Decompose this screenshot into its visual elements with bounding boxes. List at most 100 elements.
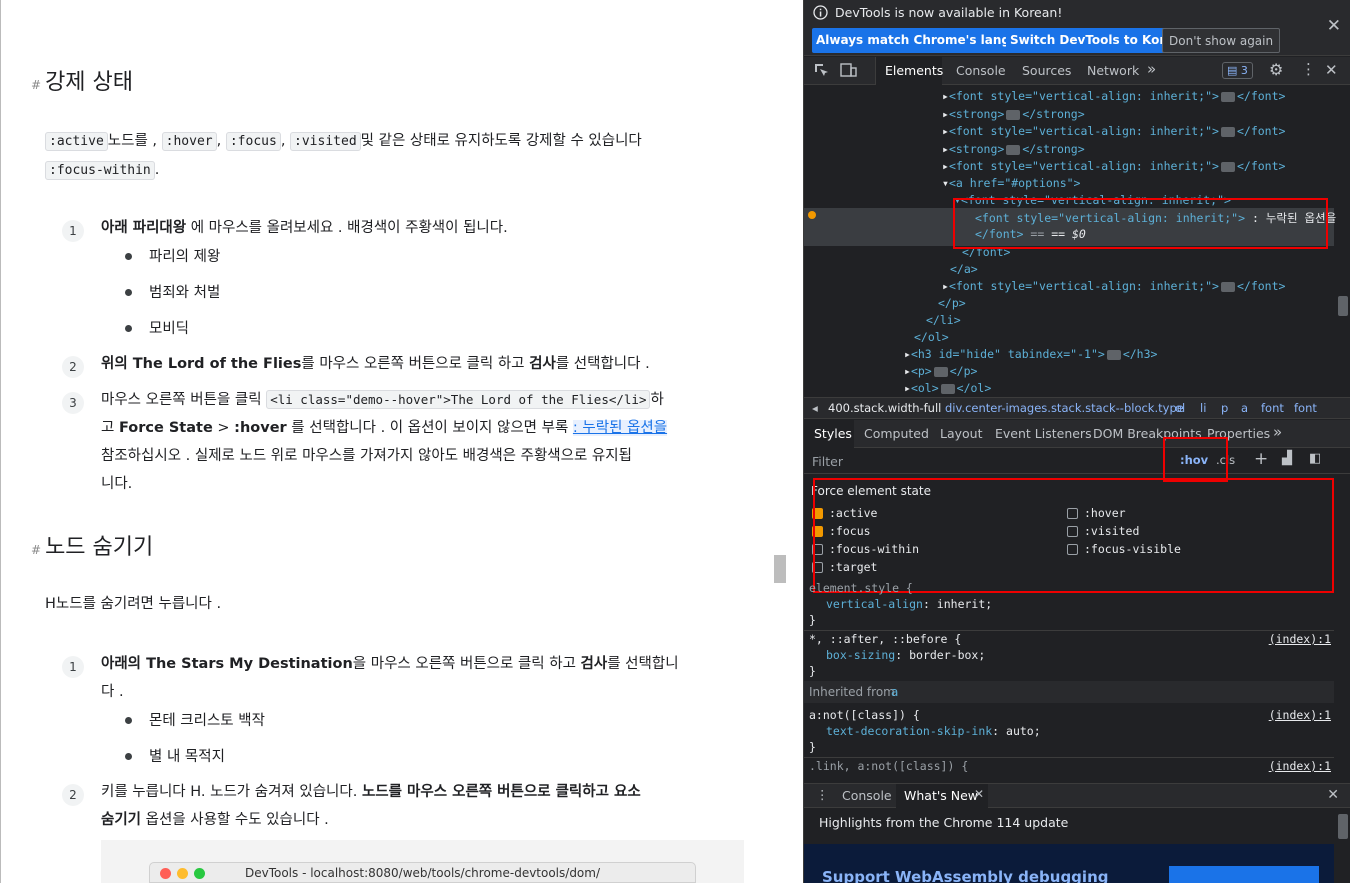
breadcrumb-item[interactable]: div.center-images.stack.stack--block.typ… bbox=[945, 401, 1184, 415]
inspect-element-icon[interactable] bbox=[814, 63, 829, 78]
dom-node-a[interactable]: ▾<a href="#options"> bbox=[942, 176, 1081, 190]
more-tabs-chevron-icon[interactable]: » bbox=[1147, 60, 1156, 78]
state-target-checkbox[interactable]: :target bbox=[812, 560, 877, 574]
dom-node[interactable]: ▸<ol> </ol> bbox=[904, 381, 991, 395]
screenshot-titlebar: DevTools - localhost:8080/web/tools/chro… bbox=[149, 862, 696, 883]
breadcrumb-item[interactable]: p bbox=[1221, 401, 1228, 415]
tab-layout[interactable]: Layout bbox=[940, 426, 983, 441]
dom-node[interactable]: </font> bbox=[962, 245, 1010, 259]
dom-node[interactable]: ▸<strong> </strong> bbox=[942, 142, 1085, 156]
breadcrumb-item[interactable]: a bbox=[1241, 401, 1248, 415]
state-active-checkbox[interactable]: :active bbox=[812, 506, 877, 520]
rule-close: } bbox=[809, 664, 816, 678]
bullet bbox=[125, 325, 132, 332]
kebab-menu-icon[interactable]: ⋮ bbox=[1301, 60, 1316, 78]
new-style-rule-icon[interactable]: + bbox=[1254, 449, 1268, 469]
hide-step-2: 키를 누릅니다 H. 노드가 숨겨져 있습니다. 노드를 마우스 오른쪽 버튼으… bbox=[101, 784, 641, 828]
dom-node[interactable]: </a> bbox=[950, 262, 978, 276]
rule-close: } bbox=[809, 740, 816, 754]
whats-new-card[interactable]: Support WebAssembly debugging bbox=[804, 844, 1334, 883]
drawer-tab-console[interactable]: Console bbox=[842, 788, 892, 803]
dom-node[interactable]: ▸<font style="vertical-align: inherit;">… bbox=[942, 159, 1285, 173]
css-declaration[interactable]: box-sizing: border-box; bbox=[826, 648, 985, 662]
state-focus-visible-checkbox[interactable]: :focus-visible bbox=[1067, 542, 1181, 556]
tab-sources[interactable]: Sources bbox=[1022, 63, 1071, 78]
state-focus-checkbox[interactable]: :focus bbox=[812, 524, 871, 538]
settings-gear-icon[interactable]: ⚙ bbox=[1269, 60, 1283, 79]
state-focus-within-checkbox[interactable]: :focus-within bbox=[812, 542, 919, 556]
breadcrumb-item[interactable]: font bbox=[1294, 401, 1317, 415]
heading-hide-nodes: # 노드 숨기기 bbox=[31, 535, 154, 560]
step-number: 2 bbox=[62, 356, 84, 378]
tab-styles[interactable]: Styles bbox=[814, 426, 852, 441]
info-icon bbox=[813, 5, 828, 20]
rule-source-link[interactable]: (index):1 bbox=[1269, 708, 1331, 722]
dom-node[interactable]: ▸<strong> </strong> bbox=[942, 107, 1085, 121]
dom-node[interactable]: </ol> bbox=[914, 330, 949, 344]
breadcrumb-item[interactable]: ol bbox=[1175, 401, 1185, 415]
page-scrollbar[interactable] bbox=[772, 0, 788, 883]
step-2: 위의 The Lord of the Flies를 마우스 오른쪽 버튼으로 클… bbox=[101, 356, 650, 372]
dom-node[interactable]: ▾<font style="vertical-align: inherit;"> bbox=[954, 193, 1231, 207]
drawer-tab-whats-new[interactable]: What's New bbox=[904, 788, 978, 803]
state-hover-checkbox[interactable]: :hover bbox=[1067, 506, 1126, 520]
breadcrumb-item[interactable]: font bbox=[1261, 401, 1284, 415]
step-3: 마우스 오른쪽 버튼을 클릭 <li class="demo--hover">T… bbox=[101, 390, 668, 492]
dom-tree: ▸<font style="vertical-align: inherit;">… bbox=[804, 86, 1350, 396]
cls-toggle-button[interactable]: .cls bbox=[1216, 453, 1235, 467]
bullet bbox=[125, 717, 132, 724]
dom-node[interactable]: </li> bbox=[926, 313, 961, 327]
tab-event-listeners[interactable]: Event Listeners bbox=[995, 426, 1092, 441]
tab-properties[interactable]: Properties bbox=[1207, 426, 1270, 441]
dom-node[interactable]: ▸<p> </p> bbox=[904, 364, 977, 378]
close-tab-icon[interactable]: ✕ bbox=[974, 787, 984, 801]
tab-elements[interactable]: Elements bbox=[885, 63, 943, 78]
rule-source-link[interactable]: (index):1 bbox=[1269, 632, 1331, 646]
whats-new-pane: Highlights from the Chrome 114 update Su… bbox=[804, 809, 1350, 883]
paint-brush-icon[interactable]: ▟ bbox=[1282, 451, 1292, 466]
breadcrumb-item[interactable]: 400.stack.width-full bbox=[828, 401, 941, 415]
filter-input[interactable]: Filter bbox=[812, 454, 843, 469]
breadcrumb-scroll-left-icon[interactable]: ◂ bbox=[812, 401, 818, 415]
page-scroll-thumb[interactable] bbox=[774, 555, 786, 583]
more-style-tabs-chevron-icon[interactable]: » bbox=[1273, 423, 1282, 441]
inherited-header: Inherited from a bbox=[804, 681, 1334, 703]
sidebar-toggle-icon[interactable]: ◧ bbox=[1309, 451, 1321, 466]
rule-source-link[interactable]: (index):1 bbox=[1269, 759, 1331, 773]
device-toolbar-icon[interactable] bbox=[840, 63, 858, 78]
dont-show-again-button[interactable]: Don't show again bbox=[1162, 28, 1281, 53]
heading-force-state: # 강제 상태 bbox=[31, 70, 134, 95]
close-dot-icon bbox=[160, 868, 171, 879]
step-number: 1 bbox=[62, 220, 84, 242]
rule-selector: *, ::after, ::before { bbox=[809, 632, 962, 646]
close-devtools-icon[interactable]: ✕ bbox=[1325, 61, 1338, 79]
dom-node-selected[interactable]: <font style="vertical-align: inherit;"> … bbox=[975, 210, 1336, 226]
dom-node[interactable]: ▸<h3 id="hide" tabindex="-1"> </h3> bbox=[904, 347, 1157, 361]
styles-pane: element.style { vertical-align: inherit;… bbox=[804, 579, 1350, 779]
dom-node[interactable]: </p> bbox=[938, 296, 966, 310]
tab-network[interactable]: Network bbox=[1087, 63, 1139, 78]
css-declaration[interactable]: vertical-align: inherit; bbox=[826, 597, 992, 611]
breadcrumb-item[interactable]: li bbox=[1200, 401, 1206, 415]
issues-badge[interactable]: ▤ 3 bbox=[1222, 62, 1253, 79]
tab-console[interactable]: Console bbox=[956, 63, 1006, 78]
dom-scroll-thumb[interactable] bbox=[1338, 296, 1348, 316]
tab-computed[interactable]: Computed bbox=[864, 426, 929, 441]
dom-node[interactable]: ▸<font style="vertical-align: inherit;">… bbox=[942, 89, 1285, 103]
drawer-menu-icon[interactable]: ⋮ bbox=[816, 787, 829, 802]
hov-toggle-button[interactable]: :hov bbox=[1180, 453, 1208, 467]
appendix-link[interactable]: : 누락된 옵션을 bbox=[572, 420, 668, 436]
dom-node[interactable]: ▸<font style="vertical-align: inherit;">… bbox=[942, 124, 1285, 138]
doc-page: # 강제 상태 :active 노드를 , :hover, :focus, :vis… bbox=[0, 0, 788, 883]
force-state-title: Force element state bbox=[811, 484, 931, 498]
drawer-scroll-thumb[interactable] bbox=[1338, 814, 1348, 839]
close-drawer-icon[interactable]: ✕ bbox=[1327, 787, 1339, 803]
css-declaration[interactable]: text-decoration-skip-ink: auto; bbox=[826, 724, 1041, 738]
tab-dom-breakpoints[interactable]: DOM Breakpoints bbox=[1093, 426, 1202, 441]
bullet bbox=[125, 753, 132, 760]
dom-node[interactable]: ▸<font style="vertical-align: inherit;">… bbox=[942, 279, 1285, 293]
close-infobar-icon[interactable]: ✕ bbox=[1327, 16, 1341, 36]
state-visited-checkbox[interactable]: :visited bbox=[1067, 524, 1139, 538]
state-indicator-dot-icon bbox=[808, 211, 816, 219]
dom-node-selected-close[interactable]: </font> == == $0 bbox=[975, 227, 1086, 241]
